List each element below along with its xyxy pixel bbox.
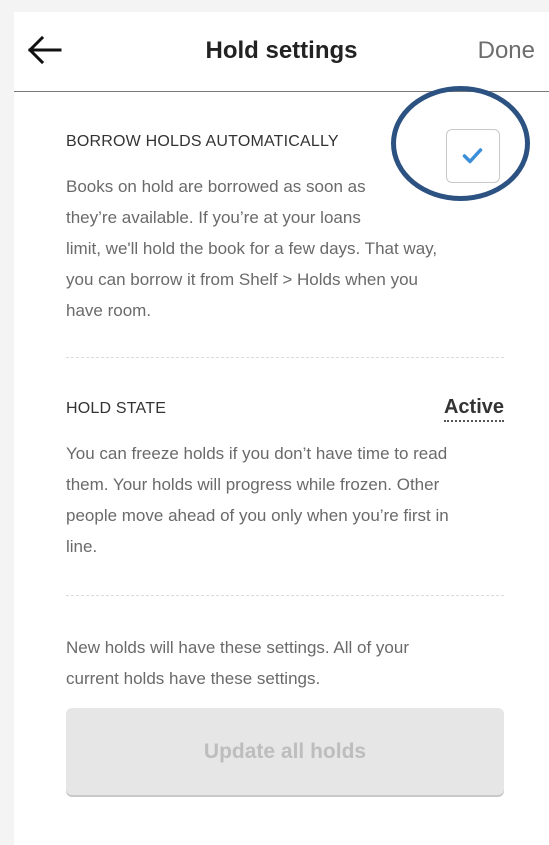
note-line: current holds have these settings. bbox=[66, 669, 321, 688]
hold-state-label: HOLD STATE bbox=[66, 400, 167, 417]
settings-note: New holds will have these settings. All … bbox=[66, 632, 409, 694]
description-line: people move ahead of you only when you’r… bbox=[66, 506, 449, 525]
description-line: they’re available. If you’re at your loa… bbox=[66, 208, 361, 227]
section-divider bbox=[66, 595, 504, 596]
description-line: Books on hold are borrowed as soon as bbox=[66, 177, 366, 196]
hold-state-description: You can freeze holds if you don’t have t… bbox=[66, 438, 449, 562]
header-bar: Hold settings Done bbox=[14, 12, 549, 92]
description-line: have room. bbox=[66, 301, 152, 320]
update-all-holds-button[interactable]: Update all holds bbox=[66, 708, 504, 795]
page-title: Hold settings bbox=[205, 37, 358, 64]
borrow-holds-checkbox[interactable] bbox=[446, 129, 500, 183]
done-button[interactable]: Done bbox=[478, 37, 535, 65]
checkmark-icon bbox=[462, 148, 483, 164]
hold-settings-panel: Hold settings Done BORROW HOLDS AUTOMATI… bbox=[14, 12, 549, 845]
note-line: New holds will have these settings. All … bbox=[66, 638, 410, 657]
section-divider bbox=[66, 357, 504, 358]
description-line: them. Your holds will progress while fro… bbox=[66, 475, 440, 494]
borrow-holds-label: BORROW HOLDS AUTOMATICALLY bbox=[66, 133, 339, 150]
hold-state-toggle[interactable]: Active bbox=[443, 396, 504, 422]
description-line: you can borrow it from Shelf > Holds whe… bbox=[66, 270, 418, 289]
description-line: line. bbox=[66, 537, 98, 556]
description-line: You can freeze holds if you don’t have t… bbox=[66, 444, 448, 463]
borrow-holds-description: Books on hold are borrowed as soon as th… bbox=[66, 171, 437, 326]
description-line: limit, we'll hold the book for a few day… bbox=[66, 239, 438, 258]
